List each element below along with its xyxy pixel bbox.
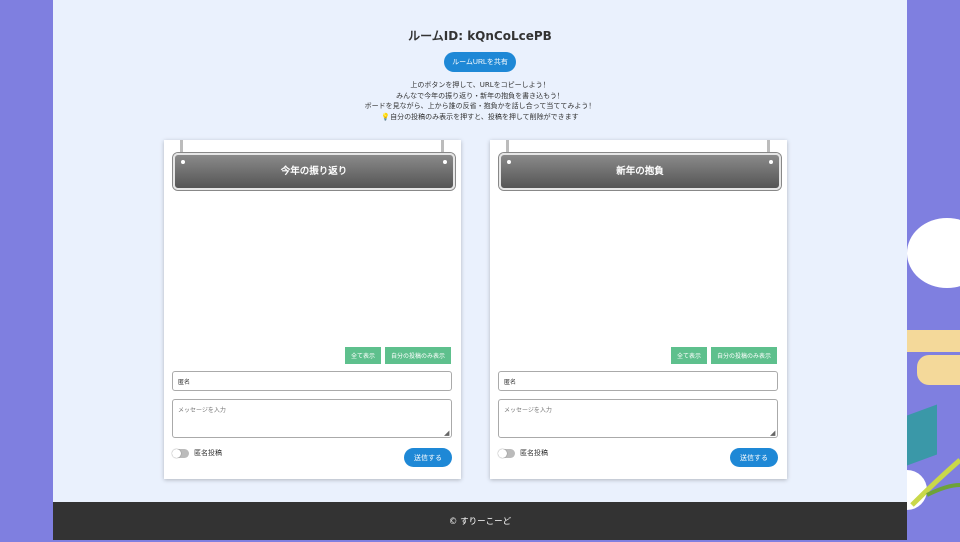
intro-line: ボードを見ながら、上から誰の反省・抱負かを話し合って当ててみよう！ bbox=[364, 102, 596, 110]
anonymous-toggle-row: 匿名投稿 bbox=[498, 448, 548, 458]
copyright-text: © すりーこーど bbox=[448, 517, 512, 527]
show-all-button[interactable]: 全て表示 bbox=[344, 347, 381, 364]
board-title: 今年の振り返り bbox=[280, 166, 348, 177]
intro-line: 自分の投稿のみ表示を押すと、投稿を押して削除ができます bbox=[390, 112, 579, 121]
board-title: 新年の抱負 bbox=[616, 166, 664, 177]
decorative-background bbox=[907, 0, 960, 540]
send-button[interactable]: 送信する bbox=[730, 448, 778, 467]
nail-icon bbox=[181, 160, 185, 164]
resize-handle-icon[interactable]: ◢ bbox=[444, 430, 449, 437]
intro-line-tip: 💡自分の投稿のみ表示を押すと、投稿を押して削除ができます bbox=[53, 112, 907, 123]
filter-buttons: 全て表示 自分の投稿のみ表示 bbox=[344, 347, 451, 364]
name-field[interactable] bbox=[498, 371, 778, 391]
intro-text: 上のボタンを押して、URLをコピーしよう！ みんなで今年の振り返り・新年の抱負を… bbox=[53, 80, 907, 122]
nail-icon bbox=[769, 160, 773, 164]
room-title: ルームID: kQnCoLcePB bbox=[408, 29, 552, 43]
anonymous-label: 匿名投稿 bbox=[520, 449, 548, 457]
send-button[interactable]: 送信する bbox=[404, 448, 452, 467]
intro-line: みんなで今年の振り返り・新年の抱負を書き込もう！ bbox=[396, 91, 564, 100]
board-title-sign: 新年の抱負 bbox=[499, 153, 781, 190]
show-mine-button[interactable]: 自分の投稿のみ表示 bbox=[710, 347, 777, 364]
resize-handle-icon[interactable]: ◢ bbox=[770, 430, 775, 437]
main-page: ルームID: kQnCoLcePB ルームURLを共有 上のボタンを押して、UR… bbox=[53, 0, 907, 502]
message-field[interactable] bbox=[498, 399, 778, 438]
message-field[interactable] bbox=[172, 399, 452, 438]
lightbulb-icon: 💡 bbox=[381, 112, 391, 121]
show-all-button[interactable]: 全て表示 bbox=[670, 347, 707, 364]
nail-icon bbox=[443, 160, 447, 164]
anonymous-toggle-row: 匿名投稿 bbox=[172, 448, 222, 458]
anonymous-toggle[interactable] bbox=[498, 448, 515, 458]
anonymous-toggle[interactable] bbox=[172, 448, 189, 458]
nail-icon bbox=[507, 160, 511, 164]
filter-buttons: 全て表示 自分の投稿のみ表示 bbox=[670, 347, 777, 364]
board-new-year-resolution: 新年の抱負 全て表示 自分の投稿のみ表示 ◢ 匿名投稿 送信する bbox=[490, 140, 787, 479]
show-mine-button[interactable]: 自分の投稿のみ表示 bbox=[384, 347, 451, 364]
share-room-url-button[interactable]: ルームURLを共有 bbox=[444, 52, 516, 72]
header: ルームID: kQnCoLcePB ルームURLを共有 上のボタンを押して、UR… bbox=[53, 0, 907, 122]
anonymous-label: 匿名投稿 bbox=[194, 449, 222, 457]
board-title-sign: 今年の振り返り bbox=[173, 153, 455, 190]
intro-line: 上のボタンを押して、URLをコピーしよう！ bbox=[410, 81, 550, 89]
name-field[interactable] bbox=[172, 371, 452, 391]
footer: © すりーこーど bbox=[53, 502, 907, 540]
board-this-year-review: 今年の振り返り 全て表示 自分の投稿のみ表示 ◢ 匿名投稿 送信する bbox=[164, 140, 461, 479]
